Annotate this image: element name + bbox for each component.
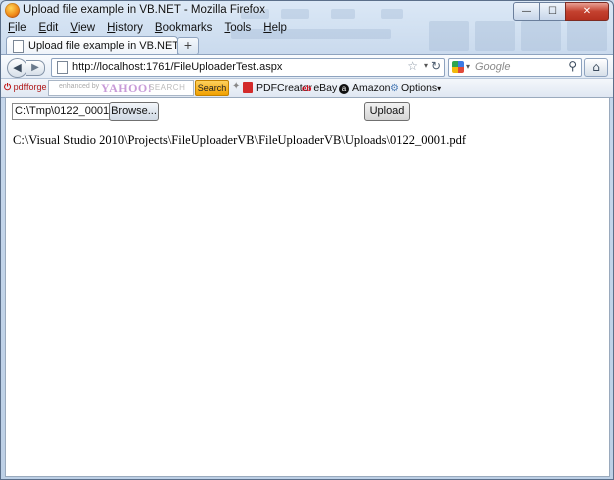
yahoo-enhanced-text: enhanced by [59,83,100,90]
address-bar[interactable]: http://localhost:1761/FileUploaderTest.a… [51,58,445,77]
menu-help[interactable]: Help [262,22,288,34]
navigation-toolbar: ◀ ▶ http://localhost:1761/FileUploaderTe… [1,54,613,79]
back-forward-group: ◀ ▶ [7,58,47,78]
tab-label: Upload file example in VB.NET [28,40,180,52]
back-button[interactable]: ◀ [7,58,28,78]
tab-upload-file-example[interactable]: Upload file example in VB.NET [6,36,180,55]
pin-icon[interactable]: ✦ [232,81,240,92]
amazon-button[interactable]: a Amazon [339,82,391,94]
forward-button[interactable]: ▶ [26,60,45,76]
site-icon [57,61,68,74]
ebay-label: eBay [313,82,338,94]
search-input[interactable]: Google [475,61,510,73]
browser-window: Upload file example in VB.NET - Mozilla … [0,0,614,480]
yahoo-search-text: SEARCH [149,83,186,92]
title-bar: Upload file example in VB.NET - Mozilla … [1,1,613,21]
ebay-button[interactable]: eb eBay [302,82,337,94]
search-bar[interactable]: ▾ Google ⚲ [448,58,582,77]
pdfforge-logo: ⏻ pdfforge [4,82,47,92]
window-controls: — ☐ ✕ [513,2,609,21]
search-icon[interactable]: ⚲ [568,59,577,73]
menu-history[interactable]: History [106,22,144,34]
menu-file[interactable]: File [7,22,28,34]
new-tab-button[interactable]: + [177,37,199,55]
reload-icon[interactable]: ↻ [431,59,441,73]
yahoo-search-button[interactable]: Search [195,80,229,96]
maximize-button[interactable]: ☐ [539,2,566,21]
menu-edit[interactable]: Edit [38,22,60,34]
addon-toolbar: ⏻ pdfforge enhanced by YAHOO! SEARCH Sea… [1,78,613,98]
options-button[interactable]: ⚙ Options▾ [390,82,441,94]
history-dropdown-icon[interactable]: ▾ [424,61,428,70]
firefox-logo-icon [5,3,20,18]
options-dropdown-icon: ▾ [437,84,442,93]
file-path-input[interactable]: C:\Tmp\0122_0001.pd [12,103,111,120]
page-icon [13,40,24,53]
options-icon: ⚙ [390,83,399,94]
window-title: Upload file example in VB.NET - Mozilla … [23,4,266,16]
google-icon[interactable] [452,61,464,73]
menu-bookmarks[interactable]: Bookmarks [154,22,214,34]
menu-bar: File Edit View History Bookmarks Tools H… [7,22,288,34]
ebay-icon: eb [302,84,312,93]
options-label: Options [400,82,438,94]
close-button[interactable]: ✕ [565,2,609,21]
amazon-label: Amazon [352,82,391,94]
pdf-icon [243,82,253,93]
bookmark-star-icon[interactable]: ☆ [407,59,418,73]
upload-button[interactable]: Upload [364,102,410,121]
yahoo-search-input[interactable]: enhanced by YAHOO! SEARCH [48,80,194,96]
minimize-button[interactable]: — [513,2,540,21]
url-text[interactable]: http://localhost:1761/FileUploaderTest.a… [72,61,282,73]
amazon-icon: a [339,84,349,94]
menu-view[interactable]: View [69,22,96,34]
menu-tools[interactable]: Tools [223,22,252,34]
pdfforge-label: pdfforge [13,82,47,92]
yahoo-logo: YAHOO! [101,81,153,95]
search-engine-dropdown-icon[interactable]: ▾ [466,62,470,71]
home-button[interactable]: ⌂ [584,58,608,77]
page-content: C:\Tmp\0122_0001.pd Browse... Upload C:\… [5,97,610,477]
uploaded-file-path: C:\Visual Studio 2010\Projects\FileUploa… [13,133,467,147]
browse-button[interactable]: Browse... [109,102,159,121]
